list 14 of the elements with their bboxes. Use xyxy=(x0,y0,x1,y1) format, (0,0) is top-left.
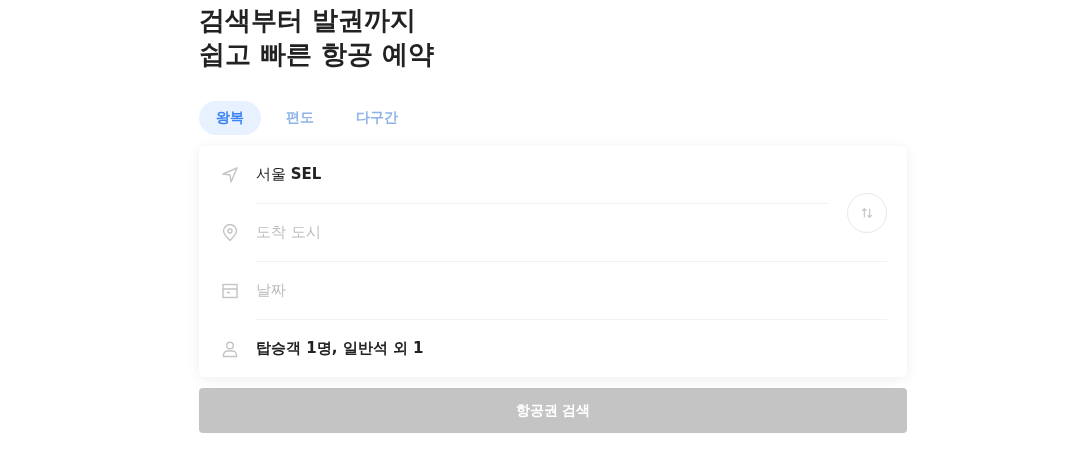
arrival-field[interactable]: 도착 도시 xyxy=(256,204,828,261)
navigation-arrow-icon xyxy=(221,165,239,184)
trip-type-tab[interactable]: 편도 xyxy=(269,101,331,135)
passengers-field[interactable]: 탑승객 1명, 일반석 외 1 xyxy=(256,320,887,377)
swap-arrows-icon xyxy=(860,206,874,220)
location-pin-icon xyxy=(221,223,239,242)
calendar-icon xyxy=(221,281,239,300)
person-icon xyxy=(221,339,239,358)
trip-type-tab[interactable]: 왕복 xyxy=(199,101,261,135)
departure-field[interactable]: 서울 SEL xyxy=(256,146,828,203)
trip-type-tab[interactable]: 다구간 xyxy=(339,101,415,135)
swap-button[interactable] xyxy=(847,193,887,233)
page-heading: 검색부터 발권까지 쉽고 빠른 항공 예약 xyxy=(199,4,436,71)
date-field[interactable]: 날짜 xyxy=(256,262,887,319)
